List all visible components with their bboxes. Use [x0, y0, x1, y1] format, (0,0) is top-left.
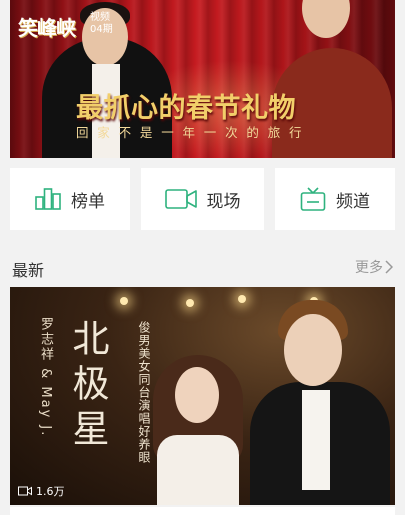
more-link[interactable]: 更多 — [355, 257, 393, 277]
featured-title: 北极星 — [66, 319, 109, 454]
featured-person-male — [250, 300, 390, 505]
nav-tile-channels[interactable]: 频道 — [275, 168, 395, 230]
nav-tile-live[interactable]: 现场 — [141, 168, 264, 230]
chevron-right-icon — [385, 260, 393, 274]
section-title: 最新 — [12, 261, 45, 280]
featured-description: 俊男美女同台演唱好养眼 — [137, 321, 151, 464]
more-link-label: 更多 — [355, 260, 383, 276]
featured-artist: 罗志祥 & May J. — [38, 317, 53, 438]
featured-video-card[interactable]: 罗志祥 & May J. 北极星 俊男美女同台演唱好养眼 1.6万 — [10, 287, 395, 505]
tv-icon — [300, 187, 326, 211]
featured-person-female — [145, 355, 250, 505]
nav-tile-channels-label: 频道 — [336, 191, 370, 212]
banner-logo: 笑峰峡 — [18, 16, 76, 40]
view-count: 1.6万 — [18, 483, 65, 499]
next-item-strip — [10, 507, 395, 515]
promo-banner[interactable]: 笑峰峡 视频04期 最抓心的春节礼物 回家不是一年一次的旅行 — [10, 0, 395, 158]
bar-chart-icon — [35, 188, 61, 210]
view-count-value: 1.6万 — [36, 485, 65, 498]
video-camera-icon — [18, 486, 32, 496]
banner-headline: 最抓心的春节礼物 — [76, 93, 296, 124]
nav-tile-charts[interactable]: 榜单 — [10, 168, 130, 230]
nav-tile-charts-label: 榜单 — [71, 191, 105, 212]
nav-tile-live-label: 现场 — [206, 191, 241, 212]
banner-subline: 回家不是一年一次的旅行 — [76, 125, 311, 140]
video-camera-icon — [164, 189, 197, 209]
banner-logo-subtitle: 视频04期 — [90, 12, 113, 35]
